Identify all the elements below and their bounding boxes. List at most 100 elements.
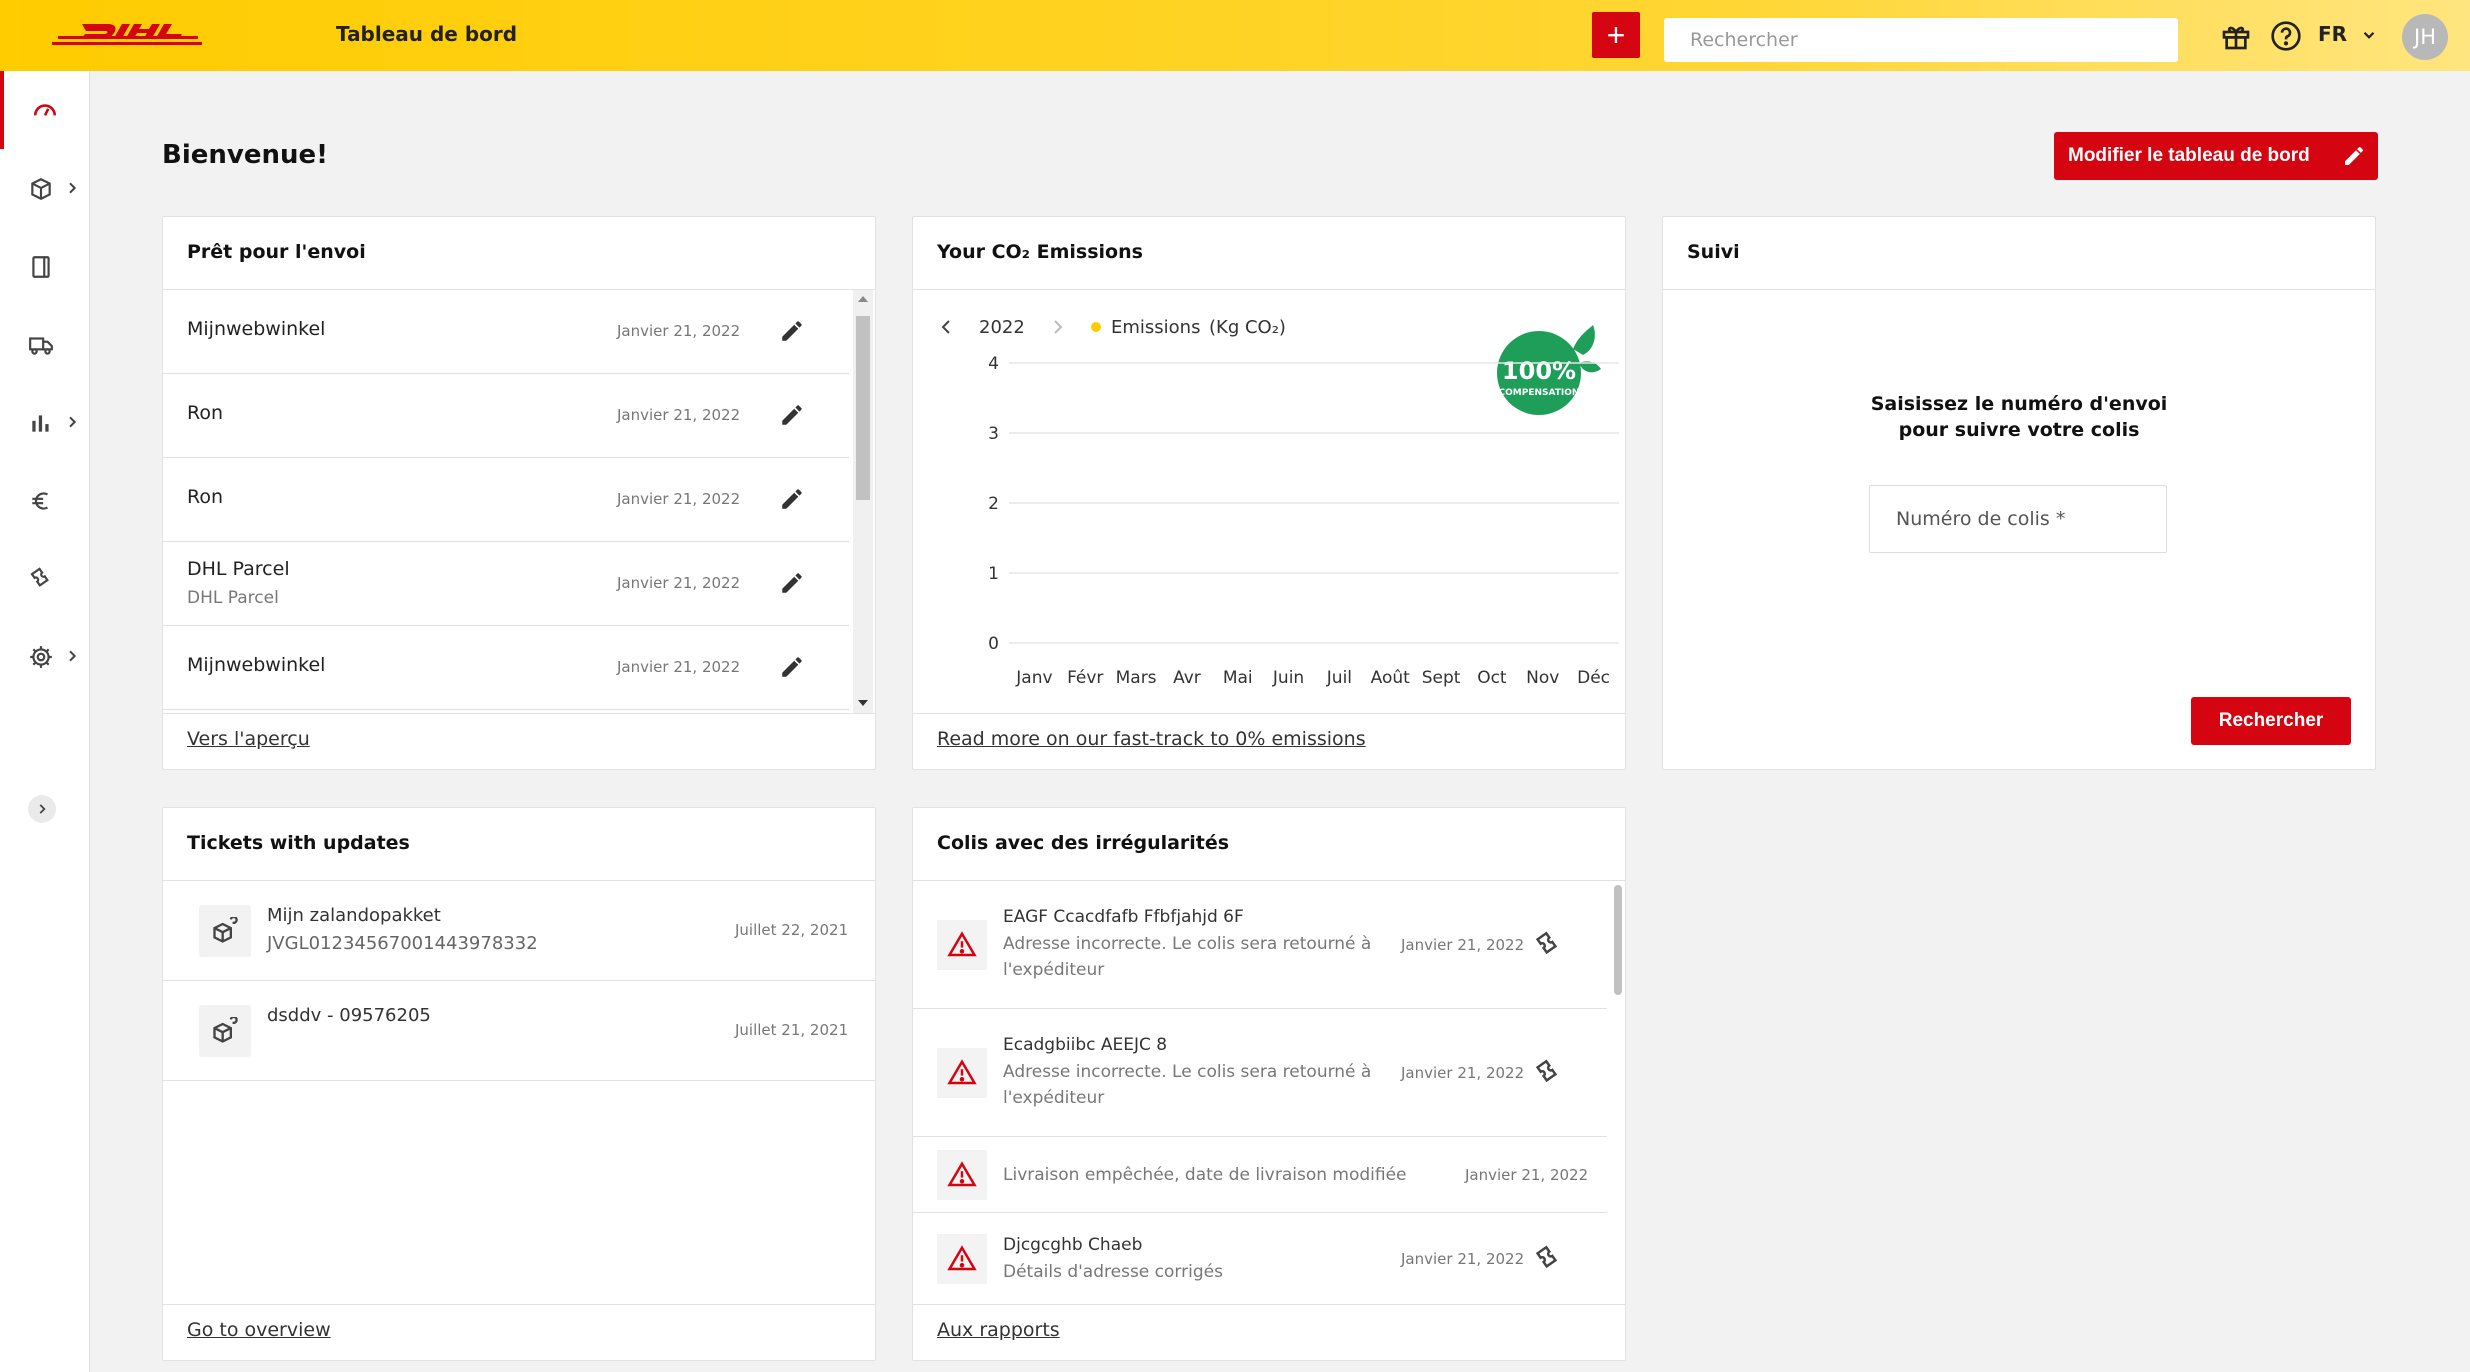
package-question-icon (199, 1005, 251, 1057)
y-tick-label: 2 (988, 494, 999, 514)
scroll-up-icon[interactable] (857, 294, 869, 304)
edit-dashboard-button[interactable]: Modifier le tableau de bord (2054, 132, 2378, 180)
sidebar-item-reports[interactable] (0, 383, 89, 461)
x-tick-label: Mars (1116, 668, 1157, 688)
gift-icon[interactable] (2220, 20, 2252, 52)
parcel-number-input[interactable] (1869, 485, 2167, 553)
scroll-thumb[interactable] (1614, 885, 1622, 995)
badge-percent: 100% (1502, 357, 1576, 385)
pencil-icon[interactable] (779, 318, 805, 344)
document-icon (32, 256, 50, 278)
y-tick-label: 3 (988, 424, 999, 444)
year-label: 2022 (979, 317, 1025, 338)
package-question-icon (199, 905, 251, 957)
avatar[interactable]: JH (2402, 14, 2448, 60)
sidebar-item-settings[interactable] (0, 617, 89, 695)
chevron-down-icon[interactable] (2360, 26, 2378, 44)
pencil-icon[interactable] (779, 570, 805, 596)
x-tick-label: Juil (1326, 668, 1352, 688)
search-input[interactable] (1664, 18, 2178, 62)
sidebar-item-dashboard[interactable] (0, 71, 89, 149)
sidebar (0, 71, 90, 1372)
tickets-overview-link[interactable]: Go to overview (187, 1319, 331, 1341)
chevron-right-icon (39, 804, 46, 814)
list-item[interactable]: EAGF Ccacdfafb Ffbfjahjd 6F Adresse incor… (913, 881, 1607, 1009)
scrollbar[interactable] (853, 290, 873, 714)
irregularity-description: Adresse incorrecte. Le colis sera retour… (1003, 934, 1372, 954)
co2-chart: 2022 Emissions (Kg CO₂) 100% COMPENSATION 0 1 2… (941, 317, 1619, 688)
irregularity-description-cont: l'expéditeur (1003, 1088, 1105, 1108)
help-icon[interactable] (2270, 20, 2302, 52)
legend-dot (1091, 322, 1101, 332)
pencil-icon[interactable] (779, 654, 805, 680)
scrollbar[interactable] (1611, 881, 1625, 1305)
list-item[interactable]: Mijnwebwinkel Janvier 21, 2022 (163, 290, 849, 374)
list-item[interactable]: dsddv - 09576205 Juillet 21, 2021 (163, 981, 875, 1081)
list-item[interactable]: Mijnwebwinkel Janvier 21, 2022 (163, 626, 849, 710)
language-selector[interactable]: FR (2318, 22, 2347, 46)
emissions-info-link[interactable]: Read more on our fast-track to 0% emissi… (937, 728, 1366, 750)
tracking-instructions-line1: Saisissez le numéro d'envoi (1870, 393, 2168, 415)
add-button[interactable]: + (1592, 12, 1640, 58)
sidebar-item-billing[interactable] (0, 461, 89, 539)
x-tick-label: Févr (1067, 668, 1103, 688)
sidebar-expand-button[interactable] (28, 795, 56, 823)
ticket-reference: JVGL01234567001443978332 (267, 933, 538, 954)
shipment-name: Mijnwebwinkel (187, 654, 326, 676)
legend-unit: (Kg CO₂) (1209, 317, 1286, 338)
search-parcel-button[interactable]: Rechercher (2191, 697, 2351, 745)
ticket-icon (30, 567, 49, 587)
scroll-thumb[interactable] (856, 316, 870, 500)
pencil-icon[interactable] (779, 486, 805, 512)
warning-icon (937, 920, 987, 970)
card-title: Suivi (1687, 241, 1740, 263)
sidebar-item-packages[interactable] (0, 149, 89, 227)
list-item[interactable]: DHL Parcel DHL Parcel Janvier 21, 2022 (163, 542, 849, 626)
irregular-list: EAGF Ccacdfafb Ffbfjahjd 6F Adresse incor… (913, 881, 1607, 1305)
card-title: Prêt pour l'envoi (187, 241, 366, 263)
irregularity-date: Janvier 21, 2022 (1401, 1064, 1525, 1082)
list-item[interactable]: Ron Janvier 21, 2022 (163, 458, 849, 542)
chevron-left-icon[interactable] (941, 320, 950, 334)
ready-list: Mijnwebwinkel Janvier 21, 2022 Ron Janvier … (163, 290, 857, 714)
legend-label: Emissions (1111, 317, 1200, 338)
irregularity-date: Janvier 21, 2022 (1401, 1250, 1525, 1268)
shipment-name: Ron (187, 486, 224, 508)
tracking-instructions: Saisissez le numéro d'envoi pour suivre … (1663, 391, 2375, 443)
overview-link[interactable]: Vers l'aperçu (187, 728, 310, 750)
list-item[interactable]: Mijn zalandopakket JVGL012345670014439783… (163, 881, 875, 981)
irregularity-description-cont: l'expéditeur (1003, 960, 1105, 980)
gear-icon (30, 646, 52, 668)
ticket-icon[interactable] (1533, 1058, 1563, 1088)
card-title: Colis avec des irrégularités (937, 832, 1230, 854)
y-tick-label: 4 (988, 354, 999, 374)
x-tick-label: Août (1371, 668, 1411, 688)
list-item[interactable]: Djcgcghb Chaeb Détails d'adresse corrigés… (913, 1213, 1607, 1305)
sidebar-item-shipments[interactable] (0, 305, 89, 383)
package-icon (31, 178, 51, 200)
scroll-down-icon[interactable] (857, 698, 869, 708)
x-tick-label: Sept (1422, 668, 1461, 688)
list-item[interactable]: Ecadgbiibc AEEJC 8 Adresse incorrecte. Le… (913, 1009, 1607, 1137)
sidebar-item-tickets[interactable] (0, 539, 89, 617)
sidebar-item-documents[interactable] (0, 227, 89, 305)
irregularity-description: Livraison empêchée, date de livraison mo… (1003, 1165, 1407, 1185)
list-item[interactable]: Livraison empêchée, date de livraison mo… (913, 1137, 1607, 1213)
shipment-date: Janvier 21, 2022 (617, 322, 741, 340)
chevron-right-icon[interactable] (1054, 320, 1063, 334)
shipment-date: Janvier 21, 2022 (617, 406, 741, 424)
ticket-icon[interactable] (1533, 930, 1563, 960)
truck-icon (29, 337, 53, 355)
reports-link[interactable]: Aux rapports (937, 1319, 1060, 1341)
dhl-logo[interactable] (52, 20, 202, 50)
ticket-icon[interactable] (1533, 1244, 1563, 1274)
pencil-icon[interactable] (779, 402, 805, 428)
ticket-list: Mijn zalandopakket JVGL012345670014439783… (163, 881, 875, 1305)
x-tick-label: Janv (1015, 668, 1052, 688)
shipment-sub: DHL Parcel (187, 588, 279, 608)
x-tick-label: Mai (1223, 668, 1253, 688)
list-item[interactable]: Ron Janvier 21, 2022 (163, 374, 849, 458)
irregularity-title: Djcgcghb Chaeb (1003, 1235, 1143, 1255)
ticket-date: Juillet 22, 2021 (735, 921, 849, 939)
ticket-title: Mijn zalandopakket (267, 905, 441, 926)
